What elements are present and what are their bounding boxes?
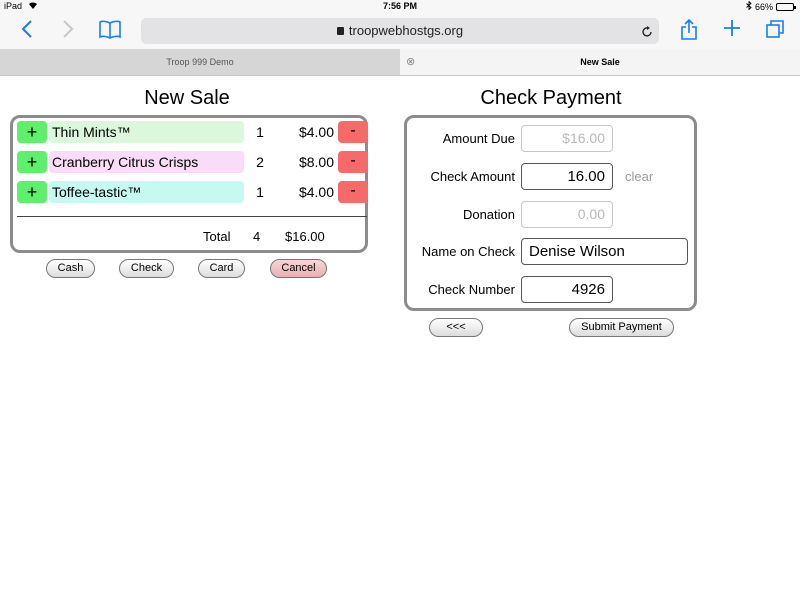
total-label: Total (203, 229, 231, 244)
check-button[interactable]: Check (119, 259, 174, 278)
submit-payment-button[interactable]: Submit Payment (569, 318, 674, 337)
divider (17, 216, 367, 217)
item-price: $4.00 (298, 124, 334, 140)
status-right: 66% (746, 0, 796, 12)
book-icon[interactable] (96, 19, 124, 43)
item-price: $8.00 (298, 154, 334, 170)
plus-icon[interactable] (719, 19, 745, 43)
decrement-button[interactable]: - (338, 181, 368, 203)
check-payment-title: Check Payment (480, 87, 622, 109)
new-sale-title: New Sale (144, 87, 230, 109)
tab-bar: Troop 999 Demo ⊗ New Sale (0, 49, 800, 76)
decrement-button[interactable]: - (338, 151, 368, 173)
check-number-input[interactable]: 4926 (521, 276, 613, 303)
check-number-label: Check Number (428, 282, 515, 297)
chevron-right-icon[interactable] (55, 19, 81, 43)
increment-button[interactable]: + (17, 121, 47, 143)
item-name: Cranberry Citrus Crisps (49, 151, 244, 173)
reload-icon[interactable] (641, 18, 653, 44)
battery-percent: 66% (754, 1, 773, 12)
amount-due-label: Amount Due (442, 131, 515, 146)
total-price: $16.00 (285, 229, 325, 244)
card-button[interactable]: Card (198, 259, 245, 278)
item-name: Thin Mints™ (49, 121, 244, 143)
tabs-icon[interactable] (762, 19, 788, 43)
cancel-button[interactable]: Cancel (270, 259, 327, 278)
total-qty: 4 (253, 229, 261, 244)
chevron-left-icon[interactable] (14, 19, 40, 43)
close-tab-icon[interactable]: ⊗ (406, 49, 415, 75)
lock-icon (336, 27, 344, 35)
sale-item-row: + Thin Mints™ 1 $4.00 - (17, 121, 368, 143)
status-time: 7:56 PM (382, 1, 417, 11)
tab-label: Troop 999 Demo (166, 57, 234, 67)
tab-label: New Sale (580, 57, 620, 67)
sale-item-row: + Cranberry Citrus Crisps 2 $8.00 - (17, 151, 368, 173)
url-bar[interactable]: troopwebhostgs.org (141, 18, 659, 44)
check-number-row: Check Number 4926 (407, 276, 693, 304)
donation-label: Donation (462, 207, 515, 222)
name-on-check-input[interactable]: Denise Wilson (521, 238, 688, 265)
name-on-check-label: Name on Check (421, 244, 515, 259)
name-on-check-row: Name on Check Denise Wilson (407, 238, 693, 266)
item-name: Toffee-tastic™ (49, 181, 244, 203)
back-button[interactable]: <<< (429, 318, 483, 337)
cash-button[interactable]: Cash (46, 259, 95, 278)
check-amount-label: Check Amount (430, 169, 515, 184)
item-qty: 1 (256, 124, 264, 140)
check-amount-input[interactable]: 16.00 (521, 163, 613, 190)
bluetooth-icon (746, 0, 752, 12)
browser-toolbar: troopwebhostgs.org (0, 14, 800, 49)
status-bar: iPad 7:56 PM 66% (0, 0, 800, 14)
amount-due-field: $16.00 (521, 125, 613, 152)
decrement-button[interactable]: - (338, 121, 368, 143)
increment-button[interactable]: + (17, 151, 47, 173)
clear-link[interactable]: clear (625, 163, 653, 191)
tab-new-sale[interactable]: ⊗ New Sale (400, 49, 800, 75)
tab-troop-demo[interactable]: Troop 999 Demo (0, 49, 400, 75)
donation-field: 0.00 (521, 201, 613, 228)
share-icon[interactable] (676, 18, 702, 43)
check-amount-row: Check Amount 16.00 clear (407, 163, 693, 191)
item-qty: 2 (256, 154, 264, 170)
url-text: troopwebhostgs.org (348, 23, 464, 38)
item-price: $4.00 (298, 184, 334, 200)
check-payment-panel: Amount Due $16.00 Check Amount 16.00 cle… (404, 115, 697, 311)
donation-row: Donation 0.00 (407, 201, 693, 229)
amount-due-row: Amount Due $16.00 (407, 125, 693, 153)
item-qty: 1 (256, 184, 264, 200)
app-root: iPad 7:56 PM 66% troopwebhostgs.org Troo… (0, 0, 800, 600)
sale-items-panel: + Thin Mints™ 1 $4.00 - + Cranberry Citr… (10, 115, 368, 253)
increment-button[interactable]: + (17, 181, 47, 203)
sale-item-row: + Toffee-tastic™ 1 $4.00 - (17, 181, 368, 203)
battery-icon (776, 2, 796, 11)
